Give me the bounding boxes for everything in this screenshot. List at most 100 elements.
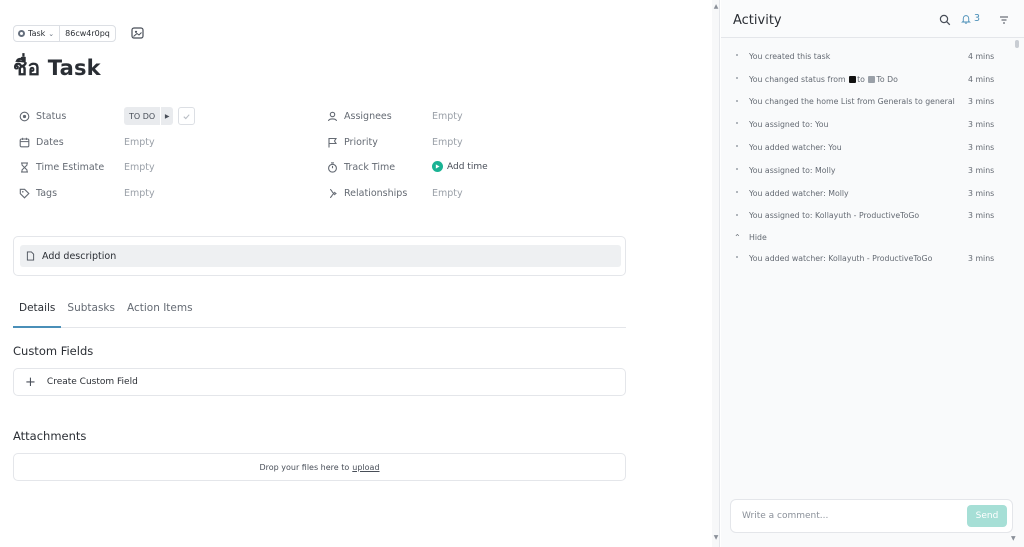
description-box: Add description [13,236,626,276]
tab-subtasks[interactable]: Subtasks [61,298,121,328]
activity-item: You added watcher: Kollayuth - Productiv… [721,247,1011,270]
hourglass-icon [21,161,28,173]
activity-time: 4 mins [968,51,995,61]
status-to-square [868,75,876,83]
time-estimate-value[interactable]: Empty [124,162,155,173]
play-icon [432,161,443,172]
activity-scrollbar[interactable] [1013,38,1021,498]
create-custom-field-button[interactable]: + Create Custom Field [13,368,626,396]
create-custom-field-label: Create Custom Field [46,377,138,387]
field-track-time: Track Time [327,158,395,176]
tags-value[interactable]: Empty [124,188,155,199]
activity-time: 3 mins [968,254,995,264]
activity-item: You added watcher: Molly 3 mins [721,182,1011,205]
field-label-relationships: Relationships [344,187,408,199]
activity-scroll-down-icon[interactable]: ▼ [1011,535,1016,542]
tab-action-items[interactable]: Action Items [121,298,199,328]
bell-icon [961,14,971,24]
activity-time: 3 mins [968,211,995,221]
activity-text: You changed the home List from Generals … [749,97,955,107]
activity-text: You assigned to: Kollayuth - ProductiveT… [749,211,920,221]
custom-fields-title: Custom Fields [13,344,94,358]
field-priority: Priority [327,133,378,151]
chevron-up-icon: ⌃ [734,232,741,242]
activity-text: You added watcher: Kollayuth - Productiv… [749,254,933,264]
activity-time: 3 mins [968,143,995,153]
priority-value[interactable]: Empty [432,137,463,148]
comment-box[interactable]: Write a comment... Send [730,499,1013,533]
field-label-dates: Dates [36,136,64,148]
activity-text: You changed status from to To Do [749,74,898,84]
activity-header: Activity 3 [721,0,1024,38]
hide-toggle[interactable]: ⌃ Hide [721,227,1011,247]
field-time-estimate: Time Estimate [19,158,104,176]
status-from-square [849,75,857,83]
relationship-icon [329,188,337,198]
activity-text: You added watcher: Molly [749,188,849,198]
check-icon[interactable] [178,107,196,125]
activity-item: You assigned to: You 3 mins [721,113,1011,136]
field-tags: Tags [19,184,57,202]
search-icon[interactable] [939,14,951,26]
task-id[interactable]: 86cw4r0pq [60,29,115,38]
add-time-label: Add time [447,161,488,172]
field-label-assignees: Assignees [344,110,392,122]
flag-icon [328,137,337,147]
activity-item: You changed status from to To Do 4 mins [721,68,1011,91]
field-label-tags: Tags [36,187,58,199]
field-label-status: Status [36,110,67,122]
activity-text: You added watcher: You [749,143,842,153]
activity-time: 3 mins [968,165,995,175]
dates-value[interactable]: Empty [124,137,155,148]
scroll-down-icon[interactable]: ▼ [712,534,720,541]
tag-icon [19,188,30,199]
main-scrollbar[interactable] [712,0,720,547]
status-value[interactable]: TO DO [124,107,161,125]
task-title[interactable]: ชื่อ Task [13,52,101,85]
activity-time: 3 mins [968,120,995,130]
activity-text: You created this task [749,51,831,61]
attachments-dropzone[interactable]: Drop your files here to upload [13,453,626,481]
field-dates: Dates [19,133,64,151]
field-assignees: Assignees [327,107,392,125]
field-label-priority: Priority [344,136,378,148]
add-description-button[interactable]: Add description [20,245,621,267]
image-icon[interactable] [131,27,144,39]
relationships-value[interactable]: Empty [432,188,463,199]
hide-label: Hide [749,232,767,242]
activity-text: You assigned to: You [749,120,829,130]
activity-item: You added watcher: You 3 mins [721,136,1011,159]
assignees-value[interactable]: Empty [432,111,463,122]
activity-time: 4 mins [968,74,995,84]
task-breadcrumb: Task ⌄ 86cw4r0pq [13,25,116,42]
drop-text: Drop your files here to [259,462,350,472]
attachments-title: Attachments [13,429,87,443]
tab-details[interactable]: Details [13,298,62,328]
activity-item: You assigned to: Kollayuth - ProductiveT… [721,205,1011,228]
field-status: Status [19,107,66,125]
filter-icon[interactable] [999,15,1009,25]
activity-time: 3 mins [968,188,995,198]
activity-item: You changed the home List from Generals … [721,91,1011,114]
status-selector[interactable]: TO DO ▶ [124,107,196,125]
status-icon [19,111,30,121]
add-description-label: Add description [42,250,117,262]
upload-link[interactable]: upload [352,463,379,472]
add-time-button[interactable]: Add time [432,161,488,172]
send-button[interactable]: Send [967,505,1007,527]
task-type-label: Task [28,29,46,38]
notifications-button[interactable]: 3 [961,13,980,24]
status-next-arrow-icon[interactable]: ▶ [160,107,174,125]
activity-item: You created this task 4 mins [721,45,1011,68]
task-tabs: Details Subtasks Action Items [13,298,626,328]
user-icon [327,111,338,121]
task-type-dropdown[interactable]: Task ⌄ [14,26,61,41]
scroll-up-icon[interactable]: ▲ [712,3,720,10]
calendar-icon [19,137,30,147]
stopwatch-icon [328,161,337,173]
field-label-track-time: Track Time [344,161,396,173]
activity-panel: Activity 3 You created this task 4 mins … [721,0,1024,547]
activity-item: You assigned to: Molly 3 mins [721,159,1011,182]
comment-input[interactable]: Write a comment... [742,511,828,521]
task-type-icon [18,30,25,37]
